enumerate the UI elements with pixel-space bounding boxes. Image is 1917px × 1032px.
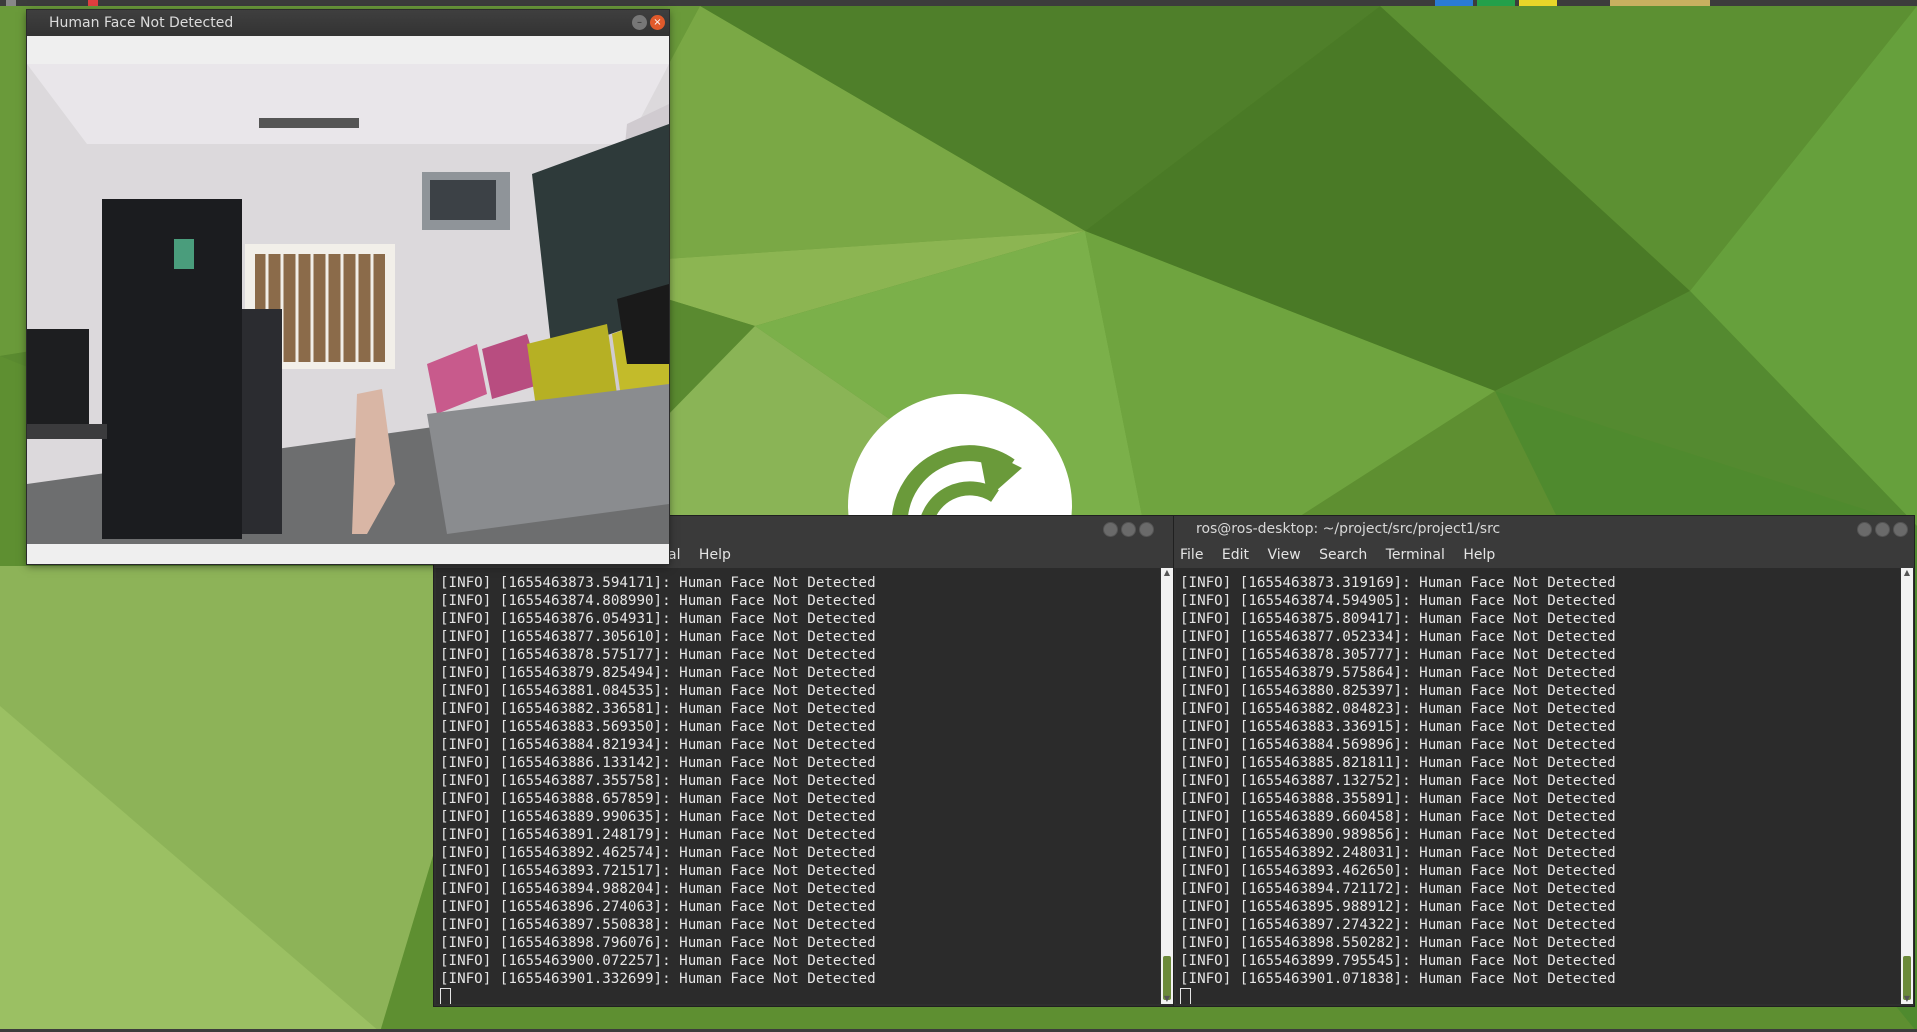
menu-help[interactable]: Help <box>699 547 731 563</box>
log-line: [INFO] [1655463894.988204]: Human Face N… <box>440 881 876 897</box>
log-line: [INFO] [1655463874.808990]: Human Face N… <box>440 593 876 609</box>
log-line: [INFO] [1655463873.594171]: Human Face N… <box>440 575 876 591</box>
terminal-right-menubar: File Edit View Search Terminal Help <box>1174 542 1914 568</box>
terminal-window-left[interactable]: al Help [INFO] [1655463873.594171]: Huma… <box>434 516 1174 1006</box>
log-line: [INFO] [1655463887.355758]: Human Face N… <box>440 773 876 789</box>
log-line: [INFO] [1655463879.575864]: Human Face N… <box>1180 665 1616 681</box>
maximize-icon[interactable] <box>1875 522 1890 537</box>
log-line: [INFO] [1655463876.054931]: Human Face N… <box>440 611 876 627</box>
log-line: [INFO] [1655463887.132752]: Human Face N… <box>1180 773 1616 789</box>
terminal-left-output[interactable]: [INFO] [1655463873.594171]: Human Face N… <box>436 568 1160 1004</box>
minimize-icon[interactable] <box>1103 522 1118 537</box>
log-line: [INFO] [1655463898.796076]: Human Face N… <box>440 935 876 951</box>
close-icon[interactable] <box>1139 522 1154 537</box>
menu-help[interactable]: Help <box>1463 547 1495 563</box>
log-line: [INFO] [1655463880.825397]: Human Face N… <box>1180 683 1616 699</box>
minimize-icon[interactable]: – <box>632 15 647 30</box>
terminal-left-scrollbar[interactable]: ▲ ▼ <box>1161 568 1173 1004</box>
log-line: [INFO] [1655463878.305777]: Human Face N… <box>1180 647 1616 663</box>
log-line: [INFO] [1655463893.462650]: Human Face N… <box>1180 863 1616 879</box>
log-line: [INFO] [1655463901.071838]: Human Face N… <box>1180 971 1616 987</box>
close-icon[interactable]: × <box>650 15 665 30</box>
log-line: [INFO] [1655463883.569350]: Human Face N… <box>440 719 876 735</box>
log-line: [INFO] [1655463881.084535]: Human Face N… <box>440 683 876 699</box>
camera-statusbar <box>27 544 669 564</box>
camera-feed-image <box>27 64 669 544</box>
log-line: [INFO] [1655463889.660458]: Human Face N… <box>1180 809 1616 825</box>
menu-terminal-partial[interactable]: al <box>668 547 680 563</box>
log-line: [INFO] [1655463879.825494]: Human Face N… <box>440 665 876 681</box>
log-line: [INFO] [1655463893.721517]: Human Face N… <box>440 863 876 879</box>
log-line: [INFO] [1655463883.336915]: Human Face N… <box>1180 719 1616 735</box>
menu-edit[interactable]: Edit <box>1222 547 1249 563</box>
scroll-down-icon[interactable]: ▼ <box>1161 994 1173 1004</box>
log-line: [INFO] [1655463897.550838]: Human Face N… <box>440 917 876 933</box>
log-line: [INFO] [1655463878.575177]: Human Face N… <box>440 647 876 663</box>
terminal-right-titlebar[interactable]: ros@ros-desktop: ~/project/src/project1/… <box>1174 516 1914 542</box>
log-line: [INFO] [1655463896.274063]: Human Face N… <box>440 899 876 915</box>
log-line: [INFO] [1655463890.989856]: Human Face N… <box>1180 827 1616 843</box>
log-line: [INFO] [1655463900.072257]: Human Face N… <box>440 953 876 969</box>
terminal-cursor <box>1180 988 1191 1004</box>
log-line: [INFO] [1655463885.821811]: Human Face N… <box>1180 755 1616 771</box>
log-line: [INFO] [1655463873.319169]: Human Face N… <box>1180 575 1616 591</box>
log-line: [INFO] [1655463898.550282]: Human Face N… <box>1180 935 1616 951</box>
log-line: [INFO] [1655463889.990635]: Human Face N… <box>440 809 876 825</box>
scroll-up-icon[interactable]: ▲ <box>1161 568 1173 578</box>
camera-toolbar <box>27 36 669 64</box>
log-line: [INFO] [1655463895.988912]: Human Face N… <box>1180 899 1616 915</box>
log-line: [INFO] [1655463892.248031]: Human Face N… <box>1180 845 1616 861</box>
log-line: [INFO] [1655463877.052334]: Human Face N… <box>1180 629 1616 645</box>
log-line: [INFO] [1655463888.355891]: Human Face N… <box>1180 791 1616 807</box>
log-line: [INFO] [1655463899.795545]: Human Face N… <box>1180 953 1616 969</box>
log-line: [INFO] [1655463901.332699]: Human Face N… <box>440 971 876 987</box>
terminal-right-title: ros@ros-desktop: ~/project/src/project1/… <box>1196 521 1501 537</box>
log-line: [INFO] [1655463894.721172]: Human Face N… <box>1180 881 1616 897</box>
log-line: [INFO] [1655463884.569896]: Human Face N… <box>1180 737 1616 753</box>
terminal-cursor <box>440 988 451 1004</box>
close-icon[interactable] <box>1893 522 1908 537</box>
maximize-icon[interactable] <box>1121 522 1136 537</box>
log-line: [INFO] [1655463892.462574]: Human Face N… <box>440 845 876 861</box>
log-line: [INFO] [1655463886.133142]: Human Face N… <box>440 755 876 771</box>
terminal-right-output[interactable]: [INFO] [1655463873.319169]: Human Face N… <box>1176 568 1900 1004</box>
menu-view[interactable]: View <box>1267 547 1300 563</box>
log-line: [INFO] [1655463884.821934]: Human Face N… <box>440 737 876 753</box>
scroll-down-icon[interactable]: ▼ <box>1901 994 1913 1004</box>
camera-window-title: Human Face Not Detected <box>49 15 234 31</box>
terminal-window-right[interactable]: ros@ros-desktop: ~/project/src/project1/… <box>1174 516 1914 1006</box>
log-line: [INFO] [1655463882.336581]: Human Face N… <box>440 701 876 717</box>
menu-file[interactable]: File <box>1180 547 1203 563</box>
log-line: [INFO] [1655463897.274322]: Human Face N… <box>1180 917 1616 933</box>
menu-terminal[interactable]: Terminal <box>1386 547 1445 563</box>
log-line: [INFO] [1655463891.248179]: Human Face N… <box>440 827 876 843</box>
terminal-right-scrollbar[interactable]: ▲ ▼ <box>1901 568 1913 1004</box>
log-line: [INFO] [1655463888.657859]: Human Face N… <box>440 791 876 807</box>
log-line: [INFO] [1655463882.084823]: Human Face N… <box>1180 701 1616 717</box>
menu-search[interactable]: Search <box>1319 547 1367 563</box>
camera-window[interactable]: Human Face Not Detected – × <box>27 10 669 564</box>
camera-window-titlebar[interactable]: Human Face Not Detected – × <box>27 10 669 36</box>
log-line: [INFO] [1655463875.809417]: Human Face N… <box>1180 611 1616 627</box>
minimize-icon[interactable] <box>1857 522 1872 537</box>
log-line: [INFO] [1655463874.594905]: Human Face N… <box>1180 593 1616 609</box>
scroll-up-icon[interactable]: ▲ <box>1901 568 1913 578</box>
log-line: [INFO] [1655463877.305610]: Human Face N… <box>440 629 876 645</box>
